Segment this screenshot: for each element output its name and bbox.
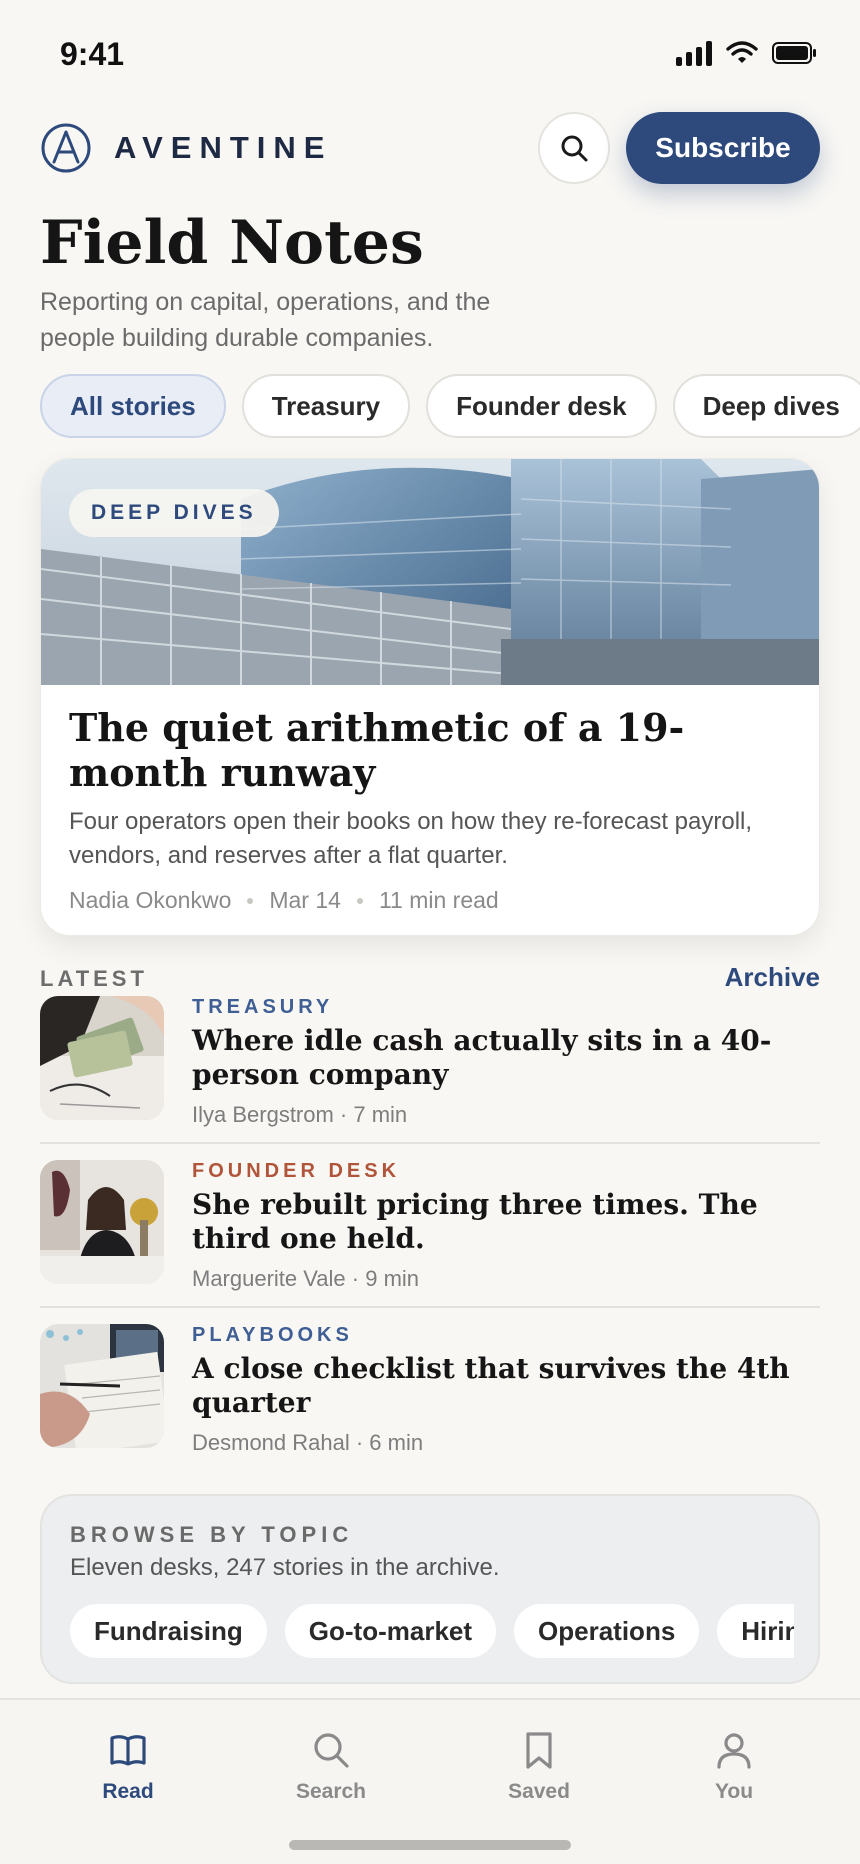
featured-story-title[interactable]: The quiet arithmetic of a 19-month runwa…: [69, 705, 789, 795]
story-meta: Ilya Bergstrom · 7 min: [192, 1102, 408, 1127]
search-icon: [561, 135, 588, 162]
bookmark-icon: [526, 1732, 552, 1769]
story-thumbnail: [40, 996, 164, 1120]
tab-search[interactable]: Search: [261, 1730, 401, 1804]
story-kicker[interactable]: FOUNDER DESK: [192, 1160, 400, 1183]
story-title[interactable]: She rebuilt pricing three times. The thi…: [192, 1188, 822, 1256]
tab-label: Search: [295, 1780, 367, 1803]
page-title: Field Notes: [40, 208, 424, 278]
topic-chip-hiring[interactable]: Hiring: [717, 1604, 794, 1658]
tab-label: You: [714, 1780, 754, 1803]
featured-story-meta: Nadia Okonkwo Mar 14 11 min read: [69, 887, 499, 914]
meta-separator: [356, 897, 363, 904]
filter-chips: All stories Treasury Founder desk Deep d…: [40, 374, 860, 438]
person-icon: [717, 1733, 751, 1769]
filter-chip-treasury[interactable]: Treasury: [241, 374, 411, 438]
featured-story-image: DEEP DIVES: [41, 459, 819, 685]
featured-story-author: Nadia Okonkwo: [69, 887, 232, 913]
header: AVENTINE Subscribe: [40, 112, 820, 186]
browse-section-label: BROWSE BY TOPIC: [70, 1522, 354, 1547]
bottom-tab-bar: Read Search Saved You: [0, 1698, 860, 1864]
story-kicker[interactable]: PLAYBOOKS: [192, 1324, 353, 1347]
archive-link[interactable]: Archive: [725, 962, 820, 993]
home-indicator[interactable]: [289, 1840, 571, 1850]
featured-story-card[interactable]: DEEP DIVES The quiet arithmetic of a 19-…: [40, 458, 820, 936]
filter-chip-deep-dives[interactable]: Deep dives: [672, 374, 860, 438]
battery-icon: [772, 42, 816, 64]
topic-chip-go-to-market[interactable]: Go-to-market: [284, 1604, 497, 1658]
search-icon: [314, 1733, 349, 1768]
book-icon: [110, 1735, 146, 1766]
story-item[interactable]: PLAYBOOKS A close checklist that survive…: [40, 1324, 820, 1488]
featured-story-date: Mar 14: [269, 887, 341, 913]
brand[interactable]: AVENTINE: [40, 122, 332, 174]
story-meta: Marguerite Vale · 9 min: [192, 1266, 420, 1291]
featured-story-dek: Four operators open their books on how t…: [69, 808, 753, 869]
story-title[interactable]: A close checklist that survives the 4th …: [192, 1352, 822, 1420]
story-thumbnail: [40, 1160, 164, 1284]
tab-label: Saved: [508, 1780, 570, 1803]
status-bar: 9:41: [0, 0, 860, 108]
meta-separator: [247, 897, 254, 904]
topic-chips: Fundraising Go-to-market Operations Hiri…: [70, 1604, 794, 1658]
tab-label: Read: [102, 1780, 154, 1803]
list-divider: [40, 1142, 820, 1144]
topic-chip-operations[interactable]: Operations: [514, 1604, 700, 1658]
story-item[interactable]: FOUNDER DESK She rebuilt pricing three t…: [40, 1160, 820, 1324]
tab-you[interactable]: You: [664, 1730, 804, 1804]
status-time: 9:41: [60, 36, 125, 72]
browse-by-topic-card: BROWSE BY TOPIC Eleven desks, 247 storie…: [40, 1494, 820, 1684]
story-kicker[interactable]: TREASURY: [192, 996, 333, 1019]
subscribe-button[interactable]: Subscribe: [626, 112, 820, 184]
latest-section-label: LATEST: [40, 966, 148, 991]
story-title[interactable]: Where idle cash actually sits in a 40-pe…: [192, 1024, 822, 1092]
search-button[interactable]: [538, 112, 610, 184]
list-divider: [40, 1306, 820, 1308]
story-thumbnail: [40, 1324, 164, 1448]
story-meta: Desmond Rahal · 6 min: [192, 1430, 424, 1455]
cellular-signal-icon: [676, 40, 712, 66]
aventine-logo-icon: [41, 123, 91, 173]
brand-name: AVENTINE: [114, 130, 333, 165]
wifi-icon: [726, 41, 758, 63]
browse-subtitle: Eleven desks, 247 stories in the archive…: [70, 1554, 500, 1581]
tab-read[interactable]: Read: [58, 1730, 198, 1804]
status-icons: [676, 40, 818, 66]
page-subtitle: Reporting on capital, operations, and th…: [40, 288, 491, 352]
filter-chip-founder-desk[interactable]: Founder desk: [426, 374, 657, 438]
filter-chip-all-stories[interactable]: All stories: [40, 374, 226, 438]
featured-story-read-time: 11 min read: [378, 887, 499, 913]
tab-saved[interactable]: Saved: [469, 1730, 609, 1804]
topic-chip-fundraising[interactable]: Fundraising: [70, 1604, 267, 1658]
feature-category-badge: DEEP DIVES: [69, 489, 279, 537]
story-item[interactable]: TREASURY Where idle cash actually sits i…: [40, 996, 820, 1160]
